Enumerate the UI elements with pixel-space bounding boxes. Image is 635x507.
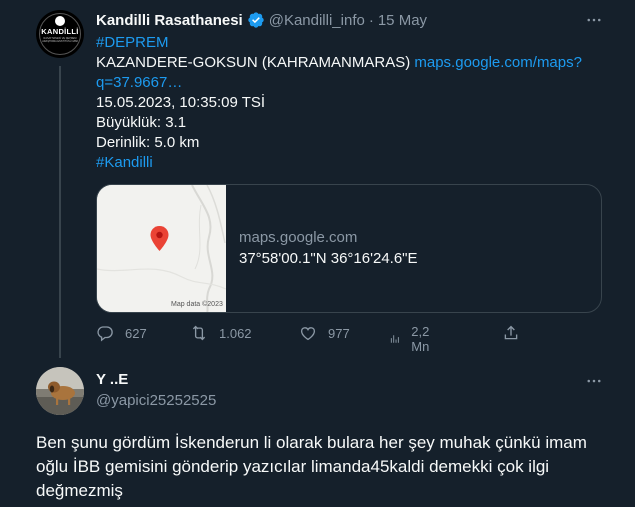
map-link-continued[interactable]: q=37.9667… <box>96 73 616 93</box>
avatar-logo-subtext: RASATHANESİ VE DEPREM ARAŞTIRMA ENSTİTÜS… <box>42 37 78 43</box>
retweet-button[interactable]: 1.062 <box>190 324 252 342</box>
link-preview-card[interactable]: Map data ©2023 maps.google.com 37°58'00.… <box>96 184 602 313</box>
reply-author-handle[interactable]: @yapici25252525 <box>96 392 216 409</box>
reply-author-name[interactable]: Y ..E <box>96 371 128 388</box>
separator-dot: · <box>368 11 374 29</box>
views-button[interactable]: 2,2 Mn <box>389 324 436 354</box>
reply-more-options-icon[interactable] <box>582 369 606 393</box>
tweet-text: #DEPREM KAZANDERE-GOKSUN (KAHRAMANMARAS)… <box>96 33 616 173</box>
tweet[interactable]: KANDİLLİ RASATHANESİ VE DEPREM ARAŞTIRMA… <box>0 0 635 358</box>
reply-author-avatar[interactable] <box>36 367 84 415</box>
tweet-date[interactable]: 15 May <box>378 12 427 29</box>
location-line: KAZANDERE-GOKSUN (KAHRAMANMARAS) maps.go… <box>96 53 616 73</box>
card-title: 37°58'00.1"N 36°16'24.6"E <box>239 250 418 267</box>
map-credit: Map data ©2023 <box>171 301 223 308</box>
avatar-logo-text: KANDİLLİ <box>41 27 79 36</box>
depth-line: Derinlik: 5.0 km <box>96 134 200 151</box>
location-text: KAZANDERE-GOKSUN (KAHRAMANMARAS) <box>96 54 411 71</box>
share-button[interactable] <box>502 324 520 342</box>
reply-button[interactable]: 627 <box>96 324 147 342</box>
hashtag-deprem[interactable]: #DEPREM <box>96 33 616 53</box>
like-icon <box>300 327 316 341</box>
map-link[interactable]: maps.google.com/maps? <box>414 54 582 71</box>
hashtag-kandilli[interactable]: #Kandilli <box>96 153 616 173</box>
tweet-header: Kandilli Rasathanesi @Kandilli_info · 15… <box>96 11 427 29</box>
thread-line <box>59 66 61 358</box>
map-thumbnail: Map data ©2023 <box>97 185 226 312</box>
verified-badge-icon[interactable] <box>247 11 265 29</box>
retweet-count: 1.062 <box>219 325 252 341</box>
kandilli-avatar[interactable]: KANDİLLİ RASATHANESİ VE DEPREM ARAŞTIRMA… <box>36 10 84 58</box>
more-options-icon[interactable] <box>582 8 606 32</box>
retweet-icon <box>192 325 206 341</box>
like-count: 977 <box>328 325 350 341</box>
reply-text: Ben şunu gördüm İskenderun li olarak bul… <box>36 433 587 500</box>
avatar-emblem-icon <box>55 16 65 26</box>
author-name[interactable]: Kandilli Rasathanesi <box>96 12 243 29</box>
datetime-line: 15.05.2023, 10:35:09 TSİ <box>96 94 266 111</box>
like-button[interactable]: 977 <box>299 324 350 342</box>
reply-icon <box>97 326 113 342</box>
card-domain: maps.google.com <box>239 229 358 246</box>
magnitude-line: Büyüklük: 3.1 <box>96 114 187 131</box>
reply-count: 627 <box>125 325 147 341</box>
reply-tweet[interactable]: Y ..E @yapici25252525 Ben şunu gördüm İs… <box>0 359 635 507</box>
author-handle[interactable]: @Kandilli_info <box>269 12 365 29</box>
card-text: maps.google.com 37°58'00.1"N 36°16'24.6"… <box>226 185 418 312</box>
views-count: 2,2 Mn <box>411 324 430 354</box>
views-icon <box>390 335 399 343</box>
share-icon <box>504 325 518 340</box>
map-pin-icon <box>150 226 169 251</box>
